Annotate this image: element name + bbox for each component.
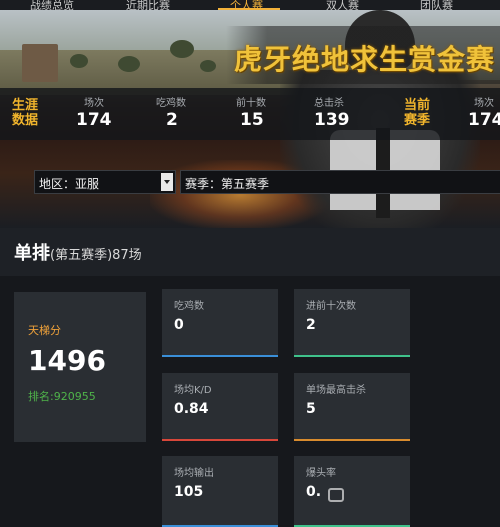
season-label-matches: 场次 (474, 98, 494, 109)
section-title: 单排(第五赛季)87场 (14, 239, 142, 265)
stat-card-value: 2 (306, 317, 316, 333)
chevron-down-icon[interactable] (161, 173, 173, 191)
stat-card-bar (162, 439, 278, 441)
stat-label-matches: 场次 (84, 98, 104, 109)
stat-value-kills: 139 (314, 110, 350, 130)
region-select[interactable]: 地区：亚服 (34, 170, 176, 194)
stat-card: 爆头率 0. (294, 456, 410, 527)
stat-card: 单场最高击杀 5 (294, 373, 410, 441)
hero-tree (70, 54, 88, 68)
stat-card: 进前十次数 2 (294, 289, 410, 357)
stat-card-label: 吃鸡数 (174, 301, 204, 312)
ladder-label: 天梯分 (28, 324, 61, 337)
watermark-icon (328, 488, 344, 502)
stat-card-value: 5 (306, 401, 316, 417)
stat-card-bar (162, 355, 278, 357)
season-select[interactable]: 赛季：第五赛季 (180, 170, 500, 194)
ladder-score: 1496 (28, 344, 106, 377)
ladder-card: 天梯分 1496 排名:920955 (14, 292, 146, 442)
hero-tree (170, 40, 194, 58)
stat-value-matches: 174 (76, 110, 112, 130)
hero-tree (118, 56, 140, 72)
stat-card-label: 爆头率 (306, 468, 336, 479)
stat-value-wins: 2 (166, 110, 178, 130)
season-label-line2: 赛季 (404, 113, 431, 128)
stat-card-value: 0. (306, 484, 322, 500)
stat-label-kills: 总击杀 (314, 98, 344, 109)
stat-label-top10: 前十数 (236, 98, 266, 109)
stat-card: 场均输出 105 (162, 456, 278, 527)
stat-card: 场均K/D 0.84 (162, 373, 278, 441)
stat-card-value: 0.84 (174, 401, 209, 417)
stat-label-wins: 吃鸡数 (156, 98, 186, 109)
career-label: 生涯 数据 (12, 98, 38, 128)
region-select-value: 地区：亚服 (39, 177, 100, 191)
section-title-main: 单排 (14, 243, 50, 264)
stat-card-value: 105 (174, 484, 204, 500)
season-label: 当前 赛季 (404, 98, 430, 128)
season-label-line1: 当前 (404, 98, 431, 113)
stat-card-bar (294, 439, 410, 441)
season-select-value: 赛季：第五赛季 (185, 177, 270, 191)
season-value-matches: 174 (468, 110, 500, 130)
stat-card: 吃鸡数 0 (162, 289, 278, 357)
top-nav: 战绩总览 近期比赛 个人赛 双人赛 团队赛 (0, 0, 500, 12)
hero-house (22, 44, 58, 82)
career-stats-bar: 生涯 数据 场次 174 吃鸡数 2 前十数 15 总击杀 139 当前 赛季 … (0, 88, 500, 140)
stat-card-label: 进前十次数 (306, 301, 356, 312)
stat-value-top10: 15 (240, 110, 264, 130)
stat-card-value: 0 (174, 317, 184, 333)
career-label-line2: 数据 (12, 113, 39, 128)
stat-card-label: 单场最高击杀 (306, 385, 366, 396)
ladder-rank: 排名:920955 (28, 390, 96, 403)
career-label-line1: 生涯 (12, 98, 39, 113)
stat-card-bar (294, 355, 410, 357)
section-title-sub: (第五赛季)87场 (50, 248, 142, 263)
stat-card-label: 场均输出 (174, 468, 214, 479)
banner-title: 虎牙绝地求生赏金赛 (234, 43, 496, 76)
stat-card-label: 场均K/D (174, 385, 212, 396)
hero-tree (200, 60, 216, 72)
